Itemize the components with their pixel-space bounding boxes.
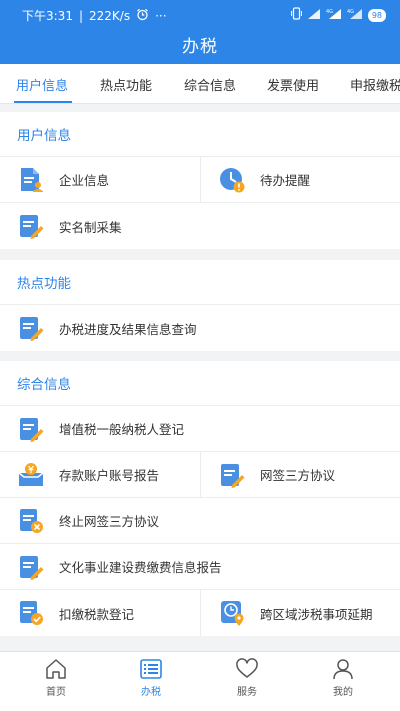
list-row: 扣缴税款登记 跨区域涉税事项延期 [0, 590, 400, 636]
item-progress-query[interactable]: 办税进度及结果信息查询 [0, 305, 400, 351]
nav-tax[interactable]: 办税 [111, 652, 191, 711]
nav-service[interactable]: 服务 [207, 652, 287, 711]
edit-document-icon [20, 417, 44, 442]
item-label: 实名制采集 [59, 219, 122, 235]
edit-document-icon [20, 215, 44, 239]
bottom-navigation: 首页 办税 服务 我的 [0, 651, 400, 711]
list-row: 增值税一般纳税人登记 [0, 406, 400, 452]
home-icon [46, 659, 66, 679]
list-row: 实名制采集 [0, 203, 400, 249]
list-row: 存款账户账号报告 网签三方协议 [0, 452, 400, 498]
signal-4g-icon-1: 4G [326, 8, 342, 23]
list-row: 企业信息 待办提醒 [0, 157, 400, 203]
document-user-icon [21, 167, 44, 192]
list-row: 终止网签三方协议 [0, 498, 400, 544]
item-label: 跨区域涉税事项延期 [260, 606, 373, 622]
item-label: 文化事业建设费缴费信息报告 [59, 560, 222, 575]
alarm-icon [136, 8, 149, 24]
inbox-yuan-icon [18, 462, 44, 486]
nav-mine[interactable]: 我的 [303, 652, 383, 711]
item-label: 企业信息 [59, 173, 110, 188]
page-title: 办税 [182, 37, 218, 57]
category-tabs: 用户信息 热点功能 综合信息 发票使用 申报缴税 [0, 64, 400, 104]
section-general-info: 综合信息 增值税一般纳税人登记 存款账户账号报告 网签三方协议 终止网签三方协议… [0, 361, 400, 636]
item-vat-registration[interactable]: 增值税一般纳税人登记 [0, 406, 400, 451]
nav-label: 首页 [46, 687, 66, 698]
section-hot-functions: 热点功能 办税进度及结果信息查询 [0, 260, 400, 351]
item-terminate-netsign[interactable]: 终止网签三方协议 [0, 498, 400, 543]
status-bar: 下午3:31 | 222K/s ··· 4G 4G 98 [0, 0, 400, 28]
item-label: 待办提醒 [260, 173, 311, 188]
item-withhold-registration[interactable]: 扣缴税款登记 [0, 590, 200, 636]
tab-invoice-use[interactable]: 发票使用 [267, 75, 319, 94]
document-cancel-icon [20, 508, 43, 533]
nav-home[interactable]: 首页 [16, 652, 96, 711]
tab-user-info[interactable]: 用户信息 [16, 75, 68, 94]
edit-document-icon [20, 555, 44, 580]
status-speed: 222K/s [89, 8, 131, 23]
top-bar: 下午3:31 | 222K/s ··· 4G 4G 98 办税 [0, 0, 400, 64]
item-label: 增值税一般纳税人登记 [59, 422, 185, 437]
item-deposit-account-report[interactable]: 存款账户账号报告 [0, 452, 200, 497]
item-label: 网签三方协议 [260, 468, 336, 483]
battery-indicator: 98 [367, 8, 386, 22]
item-todo-reminder[interactable]: 待办提醒 [200, 157, 400, 202]
item-cross-region-extension[interactable]: 跨区域涉税事项延期 [200, 590, 400, 636]
list-row: 办税进度及结果信息查询 [0, 305, 400, 351]
heart-icon [236, 658, 258, 678]
active-tab-indicator [14, 101, 72, 103]
nav-label: 我的 [333, 687, 353, 698]
edit-document-icon [221, 463, 245, 488]
nav-label: 服务 [237, 687, 257, 698]
clock-alert-icon [220, 167, 245, 192]
tab-declare-pay[interactable]: 申报缴税 [350, 75, 400, 94]
item-realname-collection[interactable]: 实名制采集 [0, 203, 400, 249]
wifi-icon [307, 8, 321, 23]
document-check-icon [20, 601, 43, 625]
item-label: 存款账户账号报告 [59, 468, 160, 483]
item-label: 办税进度及结果信息查询 [59, 321, 197, 337]
signal-4g-icon-2: 4G [347, 8, 363, 23]
vibrate-icon [290, 7, 302, 23]
section-title: 用户信息 [0, 112, 400, 157]
svg-text:4G: 4G [347, 9, 354, 15]
user-icon [333, 659, 353, 680]
svg-text:4G: 4G [326, 9, 333, 15]
section-title: 综合信息 [0, 361, 400, 406]
item-label: 终止网签三方协议 [59, 514, 160, 529]
list-row: 文化事业建设费缴费信息报告 [0, 544, 400, 590]
item-netsign-agreement[interactable]: 网签三方协议 [200, 452, 400, 497]
tab-hot-functions[interactable]: 热点功能 [100, 75, 152, 94]
tab-general-info[interactable]: 综合信息 [184, 75, 236, 94]
clock-location-icon [221, 601, 244, 626]
nav-label: 办税 [141, 687, 161, 698]
item-culture-fee-report[interactable]: 文化事业建设费缴费信息报告 [0, 544, 400, 589]
item-label: 扣缴税款登记 [59, 606, 135, 622]
more-dots: ··· [155, 8, 167, 23]
status-divider: | [78, 8, 83, 23]
list-icon [140, 659, 162, 679]
section-user-info: 用户信息 企业信息 待办提醒 实名制采集 [0, 112, 400, 249]
edit-document-icon [20, 317, 44, 341]
item-company-info[interactable]: 企业信息 [0, 157, 200, 202]
section-title: 热点功能 [0, 260, 400, 305]
status-time: 下午3:31 [22, 9, 73, 23]
